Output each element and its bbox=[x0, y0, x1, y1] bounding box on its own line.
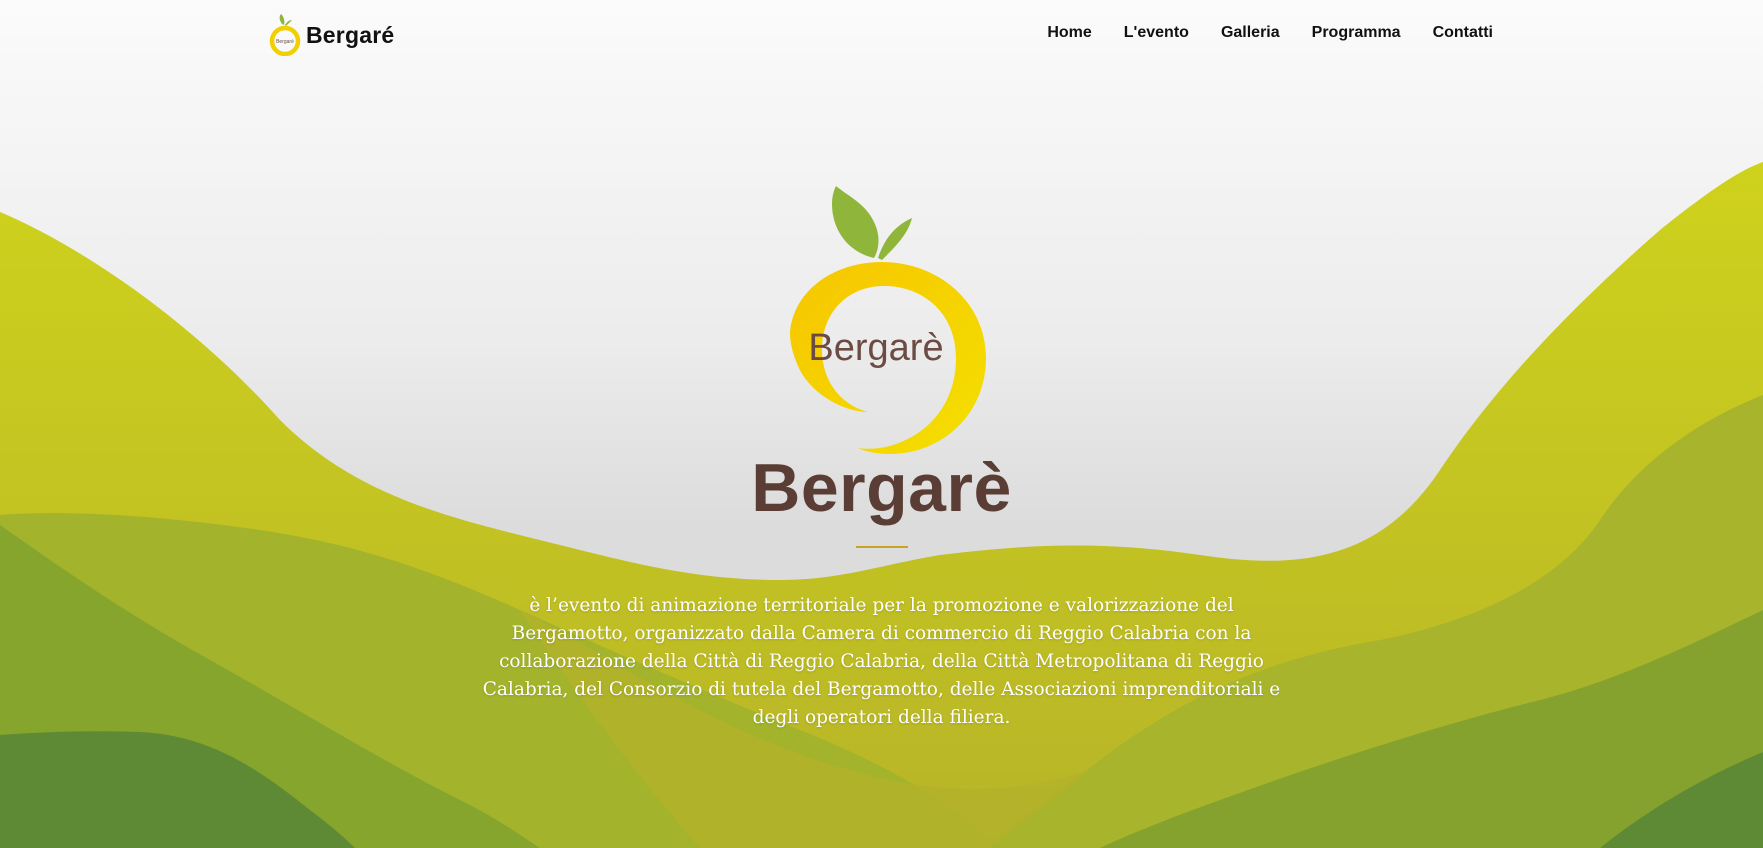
leaf-left-icon bbox=[832, 186, 879, 258]
svg-text:Bergarè: Bergarè bbox=[276, 39, 294, 45]
bergare-hero-logo: Bergarè bbox=[790, 186, 986, 454]
nav-galleria[interactable]: Galleria bbox=[1221, 22, 1280, 44]
hero-title: Bergarè bbox=[751, 450, 1012, 526]
bergare-logo-icon: Bergarè bbox=[269, 14, 301, 56]
nav-evento[interactable]: L'evento bbox=[1124, 22, 1189, 44]
logo-wordmark: Bergarè bbox=[808, 327, 943, 369]
nav-home[interactable]: Home bbox=[1047, 22, 1091, 44]
brand-name: Bergaré bbox=[306, 21, 395, 48]
brand-home-link[interactable]: Bergarè Bergaré bbox=[268, 14, 394, 56]
nav-contatti[interactable]: Contatti bbox=[1433, 22, 1493, 44]
title-divider bbox=[856, 546, 908, 548]
hero-description: è l’evento di animazione territoriale pe… bbox=[482, 594, 1281, 728]
site-header: Bergarè Bergaré Home L'evento Galleria P… bbox=[0, 0, 1763, 68]
main-nav: Home L'evento Galleria Programma Contatt… bbox=[1047, 22, 1493, 44]
nav-programma[interactable]: Programma bbox=[1312, 22, 1401, 44]
hero-section: Bergarè Bergarè è l’evento di animazione… bbox=[0, 0, 1763, 848]
leaf-right-icon bbox=[878, 218, 912, 260]
